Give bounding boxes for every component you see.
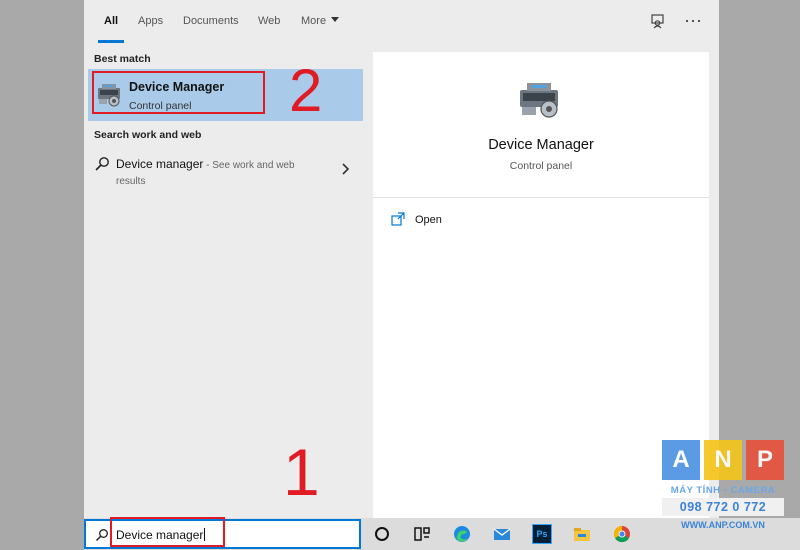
- preview-subtitle: Control panel: [509, 160, 573, 172]
- feedback-icon[interactable]: [649, 12, 667, 30]
- tab-documents[interactable]: Documents: [183, 15, 239, 27]
- photoshop-icon[interactable]: Ps: [532, 524, 552, 544]
- web-result-query: Device manager: [116, 157, 204, 171]
- logo-letter-n: N: [704, 440, 742, 480]
- edge-icon[interactable]: [452, 524, 472, 544]
- web-result-text: Device manager - See work and web result…: [116, 156, 316, 190]
- search-scope-tabs: All Apps Documents Web More: [84, 0, 719, 44]
- device-manager-large-icon: [520, 83, 558, 118]
- open-label: Open: [415, 214, 442, 226]
- web-search-result[interactable]: Device manager - See work and web result…: [88, 148, 363, 190]
- annotation-step-2: 2: [289, 57, 323, 124]
- logo-letter-a: A: [662, 440, 700, 480]
- logo-tagline: MÁY TÍNH - CAMERA: [670, 485, 776, 496]
- tab-apps[interactable]: Apps: [138, 15, 163, 27]
- annotation-highlight-search-box: [110, 517, 225, 547]
- open-icon: [391, 212, 405, 226]
- annotation-highlight-best-match: [92, 71, 265, 114]
- preview-divider: [373, 197, 709, 198]
- tab-web[interactable]: Web: [258, 15, 280, 27]
- background-strip-left: [0, 0, 84, 550]
- preview-pane: Device Manager Control panel Open: [373, 52, 709, 518]
- tab-all[interactable]: All: [104, 15, 118, 27]
- best-match-heading: Best match: [94, 53, 151, 65]
- task-view-icon[interactable]: [412, 524, 432, 544]
- search-icon: [95, 157, 109, 171]
- logo-phone: 098 772 0 772: [662, 498, 784, 516]
- active-tab-indicator: [98, 40, 124, 43]
- more-options-icon[interactable]: [684, 12, 702, 30]
- chrome-icon[interactable]: [612, 524, 632, 544]
- annotation-step-1: 1: [283, 435, 320, 509]
- tab-more-label: More: [301, 15, 327, 27]
- logo-website: WWW.ANP.COM.VN: [681, 520, 765, 530]
- open-action[interactable]: Open: [391, 212, 511, 230]
- tab-more[interactable]: More: [301, 15, 340, 27]
- logo-letter-p: P: [746, 440, 784, 480]
- anp-watermark-logo: A N P MÁY TÍNH - CAMERA 098 772 0 772 WW…: [662, 440, 784, 546]
- search-icon: [95, 529, 108, 542]
- cortana-icon[interactable]: [372, 524, 392, 544]
- file-explorer-icon[interactable]: [572, 524, 592, 544]
- preview-title: Device Manager: [488, 137, 594, 153]
- chevron-down-icon: [331, 17, 340, 22]
- chevron-right-icon[interactable]: [340, 163, 350, 175]
- search-web-heading: Search work and web: [94, 129, 202, 141]
- mail-icon[interactable]: [492, 524, 512, 544]
